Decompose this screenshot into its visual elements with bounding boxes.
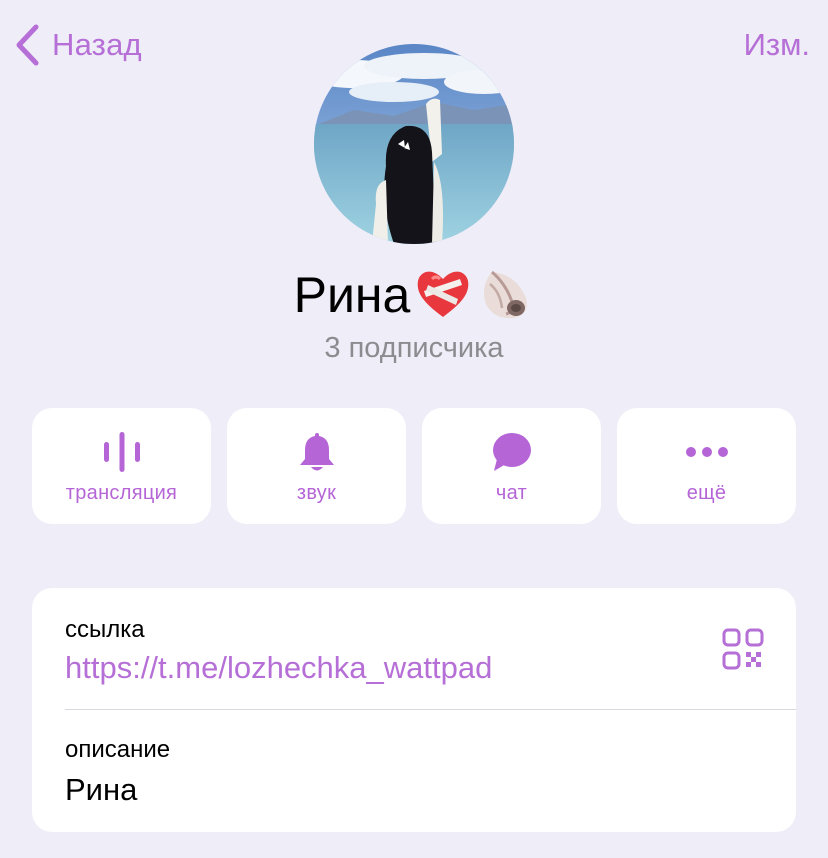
sound-label: звук <box>296 482 337 504</box>
subscriber-count: 3 подписчика <box>324 332 504 364</box>
more-label: ещё <box>686 482 727 504</box>
channel-avatar[interactable] <box>314 44 514 244</box>
mending-heart-icon <box>414 265 472 326</box>
action-bar: трансляция звук чат ещё <box>32 408 796 524</box>
description-value: Рина <box>65 772 138 807</box>
info-card: ссылка https://t.me/lozhechka_wattpad оп… <box>32 588 796 832</box>
chevron-left-icon <box>14 23 40 67</box>
spiral-shell-icon <box>476 264 534 327</box>
live-stream-label: трансляция <box>65 482 178 504</box>
chat-bubble-icon <box>491 430 533 474</box>
back-label: Назад <box>52 27 142 62</box>
description-label: описание <box>65 736 171 763</box>
divider <box>65 709 796 710</box>
channel-name: Рина <box>293 267 411 323</box>
qr-code-icon[interactable] <box>722 628 764 675</box>
link-label: ссылка <box>65 616 145 643</box>
channel-link[interactable]: https://t.me/lozhechka_wattpad <box>65 650 492 686</box>
more-dots-icon <box>685 430 729 474</box>
chat-button[interactable]: чат <box>422 408 601 524</box>
live-stream-button[interactable]: трансляция <box>32 408 211 524</box>
back-button[interactable]: Назад <box>14 22 142 68</box>
edit-button[interactable]: Изм. <box>744 22 810 68</box>
chat-label: чат <box>495 482 528 504</box>
more-button[interactable]: ещё <box>617 408 796 524</box>
channel-title: Рина <box>0 264 828 326</box>
live-stream-icon <box>100 430 144 474</box>
sound-button[interactable]: звук <box>227 408 406 524</box>
bell-icon <box>297 430 337 474</box>
